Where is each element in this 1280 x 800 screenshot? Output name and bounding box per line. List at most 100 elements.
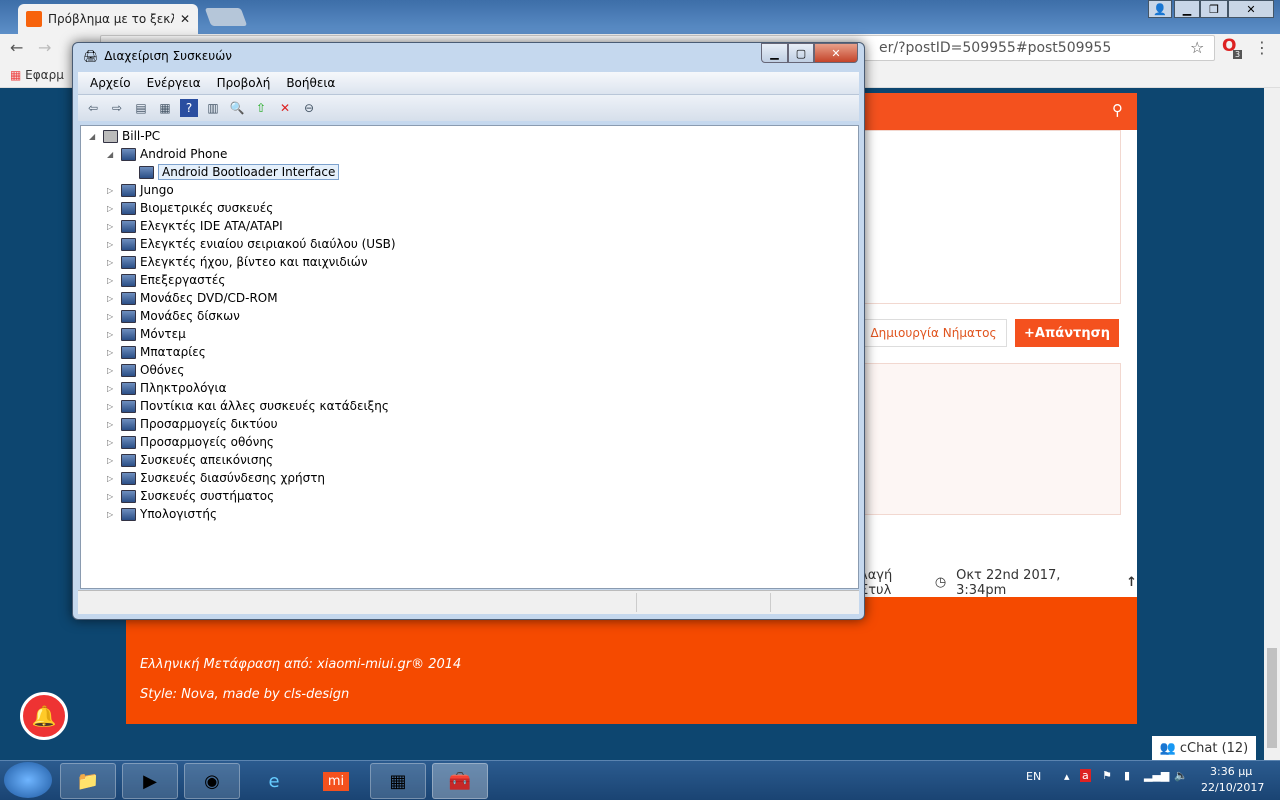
- expand-icon[interactable]: ▷: [107, 402, 117, 411]
- close-tab-icon[interactable]: ✕: [180, 12, 190, 26]
- expand-icon[interactable]: ▷: [107, 204, 117, 213]
- back-icon[interactable]: ⇦: [84, 99, 102, 117]
- expand-icon[interactable]: ▷: [107, 348, 117, 357]
- menu-help[interactable]: Βοήθεια: [286, 76, 335, 90]
- tree-node-android-bootloader[interactable]: Android Bootloader Interface: [125, 163, 340, 181]
- expand-icon[interactable]: ▷: [107, 276, 117, 285]
- media-player-taskbar-icon[interactable]: ▶: [122, 763, 178, 799]
- expand-icon[interactable]: ▷: [107, 456, 117, 465]
- close-button[interactable]: ✕: [1228, 0, 1274, 18]
- expand-icon[interactable]: ▷: [107, 330, 117, 339]
- dm-maximize-button[interactable]: ▢: [788, 43, 814, 63]
- tree-node-category[interactable]: ▷ Μονάδες DVD/CD-ROM: [107, 289, 278, 307]
- device-manager-taskbar-icon[interactable]: 🧰: [432, 763, 488, 799]
- language-indicator[interactable]: EN: [1026, 770, 1041, 783]
- expand-icon[interactable]: ▷: [107, 240, 117, 249]
- expand-icon[interactable]: ▷: [107, 474, 117, 483]
- properties-icon[interactable]: ▦: [156, 99, 174, 117]
- clock-date[interactable]: 22/10/2017: [1201, 781, 1264, 794]
- expand-icon[interactable]: ▷: [107, 420, 117, 429]
- tree-node-category[interactable]: ▷ Πληκτρολόγια: [107, 379, 227, 397]
- show-hide-tree-icon[interactable]: ▤: [132, 99, 150, 117]
- bookmark-star-icon[interactable]: ☆: [1190, 38, 1204, 57]
- tree-node-category[interactable]: ▷ Προσαρμογείς δικτύου: [107, 415, 278, 433]
- expand-icon[interactable]: ▷: [107, 294, 117, 303]
- ie-taskbar-icon[interactable]: e: [246, 763, 302, 799]
- explorer-taskbar-icon[interactable]: 📁: [60, 763, 116, 799]
- action-pane-icon[interactable]: ▥: [204, 99, 222, 117]
- apps-icon[interactable]: ▦: [10, 68, 21, 82]
- tree-node-category[interactable]: ▷ Ελεγκτές ενιαίου σειριακού διαύλου (USB…: [107, 235, 396, 253]
- page-scrollbar[interactable]: [1264, 88, 1280, 760]
- tree-root[interactable]: ◢ Bill-PC: [89, 127, 160, 145]
- forward-icon[interactable]: ⇨: [108, 99, 126, 117]
- dm-close-button[interactable]: ✕: [814, 43, 858, 63]
- profile-button[interactable]: 👤: [1148, 0, 1172, 18]
- menu-view[interactable]: Προβολή: [217, 76, 271, 90]
- cchat-button[interactable]: 👥 cChat (12): [1152, 736, 1256, 760]
- tree-node-category[interactable]: ▷ Μόντεμ: [107, 325, 186, 343]
- tree-node-category[interactable]: ▷ Ποντίκια και άλλες συσκευές κατάδειξης: [107, 397, 389, 415]
- disable-device-icon[interactable]: ⊖: [300, 99, 318, 117]
- tree-node-category[interactable]: ▷ Συσκευές διασύνδεσης χρήστη: [107, 469, 325, 487]
- tree-node-category[interactable]: ▷ Συσκευές απεικόνισης: [107, 451, 273, 469]
- expand-icon[interactable]: ▷: [107, 438, 117, 447]
- minimize-button[interactable]: ▁: [1174, 0, 1200, 18]
- clock-time[interactable]: 3:36 μμ: [1210, 765, 1252, 778]
- expand-icon[interactable]: ▷: [107, 384, 117, 393]
- tree-node-category[interactable]: ▷ Προσαρμογείς οθόνης: [107, 433, 274, 451]
- forward-icon[interactable]: →: [38, 38, 51, 57]
- search-icon[interactable]: ⚲: [1112, 101, 1123, 119]
- expand-icon[interactable]: ▷: [107, 186, 117, 195]
- new-thread-button[interactable]: Δημιουργία Νήματος: [860, 319, 1007, 347]
- reply-button[interactable]: + Απάντηση: [1015, 319, 1119, 347]
- menu-action[interactable]: Ενέργεια: [147, 76, 201, 90]
- action-center-flag-icon[interactable]: ⚑: [1102, 769, 1112, 782]
- tree-node-category[interactable]: ▷ Επεξεργαστές: [107, 271, 225, 289]
- expand-icon[interactable]: ▷: [107, 366, 117, 375]
- dm-minimize-button[interactable]: ▁: [761, 43, 788, 63]
- start-button[interactable]: [4, 762, 52, 798]
- browser-tab[interactable]: Πρόβλημα με το ξεκλείδ ✕: [18, 4, 198, 34]
- uninstall-icon[interactable]: ✕: [276, 99, 294, 117]
- show-hidden-icons[interactable]: ▴: [1064, 770, 1070, 783]
- new-tab-button[interactable]: [204, 8, 248, 26]
- device-tree: ◢ Bill-PC ◢ Android Phone Android Bootload…: [80, 125, 859, 589]
- expand-icon[interactable]: ▷: [107, 510, 117, 519]
- notification-bell-icon[interactable]: 🔔: [20, 692, 68, 740]
- menu-icon[interactable]: ⋮: [1254, 38, 1270, 57]
- tree-node-label: Ελεγκτές IDE ATA/ATAPI: [140, 219, 283, 233]
- tree-node-category[interactable]: ▷ Ελεγκτές IDE ATA/ATAPI: [107, 217, 283, 235]
- tree-node-category[interactable]: ▷ Υπολογιστής: [107, 505, 217, 523]
- restore-button[interactable]: ❐: [1200, 0, 1228, 18]
- back-icon[interactable]: ←: [10, 38, 23, 57]
- mi-taskbar-icon[interactable]: mi: [308, 763, 364, 799]
- tree-node-label: Μπαταρίες: [140, 345, 206, 359]
- style-change-link[interactable]: λαγή Στυλ: [860, 568, 925, 598]
- volume-icon[interactable]: 🔈: [1174, 769, 1188, 782]
- expand-icon[interactable]: ▷: [107, 222, 117, 231]
- update-driver-icon[interactable]: ⇧: [252, 99, 270, 117]
- menu-file[interactable]: Αρχείο: [90, 76, 131, 90]
- expand-icon[interactable]: ▷: [107, 312, 117, 321]
- tree-node-category[interactable]: ▷ Οθόνες: [107, 361, 184, 379]
- scroll-top-icon[interactable]: ↑: [1126, 575, 1137, 590]
- bookmark-apps[interactable]: Εφαρμ: [25, 68, 64, 82]
- tree-node-category[interactable]: ▷ Jungo: [107, 181, 174, 199]
- tree-node-category[interactable]: ▷ Συσκευές συστήματος: [107, 487, 274, 505]
- tree-node-category[interactable]: ▷ Ελεγκτές ήχου, βίντεο και παιχνιδιών: [107, 253, 368, 271]
- computer-icon: [103, 129, 118, 143]
- tree-node-category[interactable]: ▷ Μονάδες δίσκων: [107, 307, 240, 325]
- expand-icon[interactable]: ▷: [107, 258, 117, 267]
- scan-hardware-icon[interactable]: 🔍: [228, 99, 246, 117]
- chrome-taskbar-icon[interactable]: ◉: [184, 763, 240, 799]
- expand-icon[interactable]: ▷: [107, 492, 117, 501]
- tree-node-category[interactable]: ▷ Μπαταρίες: [107, 343, 206, 361]
- antivirus-icon[interactable]: a: [1080, 769, 1091, 782]
- network-signal-icon[interactable]: ▂▄▆: [1144, 769, 1169, 782]
- usb-device-icon[interactable]: ▮: [1124, 769, 1130, 782]
- tree-node-android-phone[interactable]: ◢ Android Phone: [107, 145, 227, 163]
- help-icon[interactable]: ?: [180, 99, 198, 117]
- control-panel-taskbar-icon[interactable]: ▦: [370, 763, 426, 799]
- tree-node-category[interactable]: ▷ Βιομετρικές συσκευές: [107, 199, 273, 217]
